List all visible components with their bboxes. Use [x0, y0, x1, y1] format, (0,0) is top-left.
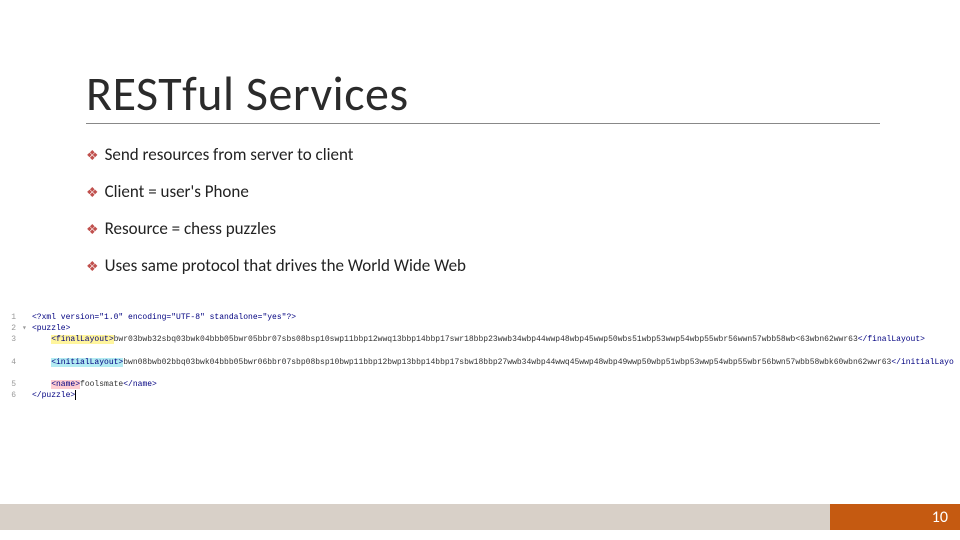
code-line: 6 </puzzle>: [6, 390, 954, 401]
code-line: 5 <name>foolsmate</name>: [6, 379, 954, 390]
code-line: 3 <finalLayout>bwr03bwb32sbq03bwk04bbb05…: [6, 334, 954, 345]
line-number: 4: [6, 357, 22, 368]
line-number: 1: [6, 312, 22, 323]
fold-indicator-icon: [22, 357, 32, 368]
code-line: [6, 368, 954, 379]
code-line: [6, 346, 954, 357]
line-number: 5: [6, 379, 22, 390]
bullet-text: Uses same protocol that drives the World…: [105, 255, 466, 276]
slide-title: RESTful Services: [86, 64, 409, 123]
line-number: [6, 368, 22, 379]
bullet-item: ❖ Client = user's Phone: [86, 181, 880, 202]
bullet-item: ❖ Uses same protocol that drives the Wor…: [86, 255, 880, 276]
page-number-badge: 10: [830, 504, 960, 530]
code-content: <name>foolsmate</name>: [32, 379, 157, 390]
fold-indicator-icon: [22, 334, 32, 345]
code-content: [32, 346, 70, 357]
diamond-bullet-icon: ❖: [86, 147, 99, 164]
code-content: </puzzle>: [32, 390, 76, 401]
diamond-bullet-icon: ❖: [86, 184, 99, 201]
bullet-item: ❖ Resource = chess puzzles: [86, 218, 880, 239]
code-content: <initialLayout>bwn08bwb02bbq03bwk04bbb05…: [32, 357, 954, 368]
footer-gray-segment: [0, 504, 830, 530]
xml-code-block: 1 <?xml version="1.0" encoding="UTF-8" st…: [6, 312, 954, 402]
code-content: [32, 368, 70, 379]
title-underline: [86, 123, 880, 124]
fold-indicator-icon: [22, 368, 32, 379]
page-number: 10: [932, 508, 948, 527]
code-content: <?xml version="1.0" encoding="UTF-8" sta…: [32, 312, 296, 323]
bullet-list: ❖ Send resources from server to client ❖…: [86, 144, 880, 292]
fold-indicator-icon: [22, 312, 32, 323]
fold-indicator-icon: ▾: [22, 323, 32, 334]
bullet-text: Send resources from server to client: [105, 144, 354, 165]
fold-indicator-icon: [22, 390, 32, 401]
diamond-bullet-icon: ❖: [86, 258, 99, 275]
code-content: <finalLayout>bwr03bwb32sbq03bwk04bbb05bw…: [32, 334, 925, 345]
line-number: 6: [6, 390, 22, 401]
line-number: 3: [6, 334, 22, 345]
code-line: 4 <initialLayout>bwn08bwb02bbq03bwk04bbb…: [6, 357, 954, 368]
bullet-text: Client = user's Phone: [105, 181, 249, 202]
slide: RESTful Services ❖ Send resources from s…: [0, 0, 960, 540]
text-cursor: [75, 390, 76, 400]
code-line: 2▾<puzzle>: [6, 323, 954, 334]
diamond-bullet-icon: ❖: [86, 221, 99, 238]
bullet-text: Resource = chess puzzles: [105, 218, 276, 239]
code-line: 1 <?xml version="1.0" encoding="UTF-8" st…: [6, 312, 954, 323]
footer-bar: 10: [0, 504, 960, 530]
line-number: 2: [6, 323, 22, 334]
bullet-item: ❖ Send resources from server to client: [86, 144, 880, 165]
code-content: <puzzle>: [32, 323, 70, 334]
line-number: [6, 346, 22, 357]
fold-indicator-icon: [22, 379, 32, 390]
fold-indicator-icon: [22, 346, 32, 357]
